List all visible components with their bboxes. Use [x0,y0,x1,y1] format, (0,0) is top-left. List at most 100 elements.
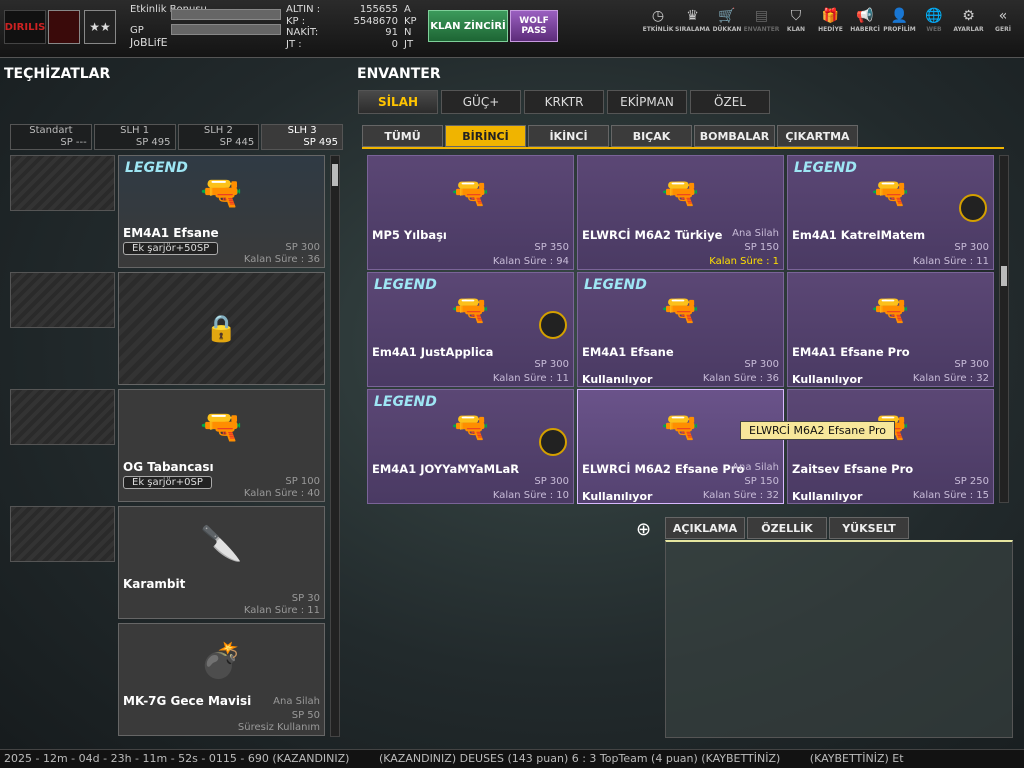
subtab-birinci[interactable]: BİRİNCİ [445,125,526,147]
tab-guc[interactable]: GÜÇ+ [441,90,521,114]
tab-slh1[interactable]: SLH 1 SP 495 [93,124,176,150]
equipped-knife-card[interactable]: 🔪 Karambit SP 30 Kalan Süre : 11 [118,506,325,619]
nav-haberci̇-button[interactable]: 📢 HABERCİ [847,8,883,33]
nav-label: ENVANTER [743,26,780,33]
item-name: MP5 Yılbaşı [372,228,447,242]
description-panel [665,540,1013,738]
zoom-icon[interactable]: ⊕ [636,519,651,540]
tab-krktr[interactable]: KRKTR [524,90,604,114]
detail-tabs: AÇIKLAMA ÖZELLİK YÜKSELT [665,517,909,539]
equipped-primary-card[interactable]: LEGEND 🔫 EM4A1 Efsane Ek şarjör+50SP SP … [118,155,325,268]
tab-aciklama[interactable]: AÇIKLAMA [665,517,745,539]
tab-ozellik[interactable]: ÖZELLİK [747,517,827,539]
weapon-icon: 🔫 [661,292,700,328]
ticker-item: 2025 - 12m - 04d - 23h - 11m - 52s - 011… [4,752,350,765]
inventory-item-card[interactable]: 🔫 ELWRCİ M6A2 Efsane Pro Ana Silah SP 150 Ka… [577,389,784,504]
currency-row-gold: ALTIN :155655 A [286,4,411,15]
nav-etki̇nli̇k-button[interactable]: ◷ ETKİNLİK [640,8,676,33]
inventory-item-card[interactable]: 🔫 MP5 Yılbaşı SP 350 Kalan Süre : 94 [367,155,574,270]
subtab-ikinci[interactable]: İKİNCİ [528,125,609,147]
item-sp: SP 100 [285,476,320,487]
item-name: EM4A1 JOYYaMYaMLaR [372,462,520,476]
nav-web-button[interactable]: 🌐 WEB [916,8,952,33]
clan-emblem-icon [959,194,987,222]
nav-envanter-button[interactable]: ▤ ENVANTER [744,8,780,33]
tab-slh2[interactable]: SLH 2 SP 445 [177,124,260,150]
inventory-item-card[interactable]: LEGEND 🔫 EM4A1 JOYYaMYaMLaR SP 300 Kalan Sür… [367,389,574,504]
item-name: Karambit [123,577,186,591]
equipment-scrollbar[interactable] [330,155,340,737]
inventory-item-card[interactable]: 🔫 ELWRCİ M6A2 Türkiye Ana Silah SP 150 Kalan… [577,155,784,270]
clan-logo: DIRILIS [4,10,46,44]
tab-silah[interactable]: SİLAH [358,90,438,114]
nav-label: KLAN [786,26,806,33]
klan-zinciri-button[interactable]: KLAN ZİNCİRİ [428,10,508,42]
item-name: ELWRCİ M6A2 Türkiye [582,228,723,242]
weapon-icon: 🔫 [871,175,910,211]
lock-icon: 🔒 [205,313,238,344]
item-category: Ana Silah [732,462,779,473]
nav-geri̇-button[interactable]: « GERİ [985,8,1021,33]
item-sp: SP 300 [954,359,989,370]
inventory-item-card[interactable]: 🔫Zaitsev Efsane ProSP 250Kalan Süre : 15… [787,389,994,504]
scroll-thumb[interactable] [1001,266,1007,286]
loadout-tabs: Standart SP --- SLH 1 SP 495 SLH 2 SP 445 S… [10,124,343,150]
subtab-cikartma[interactable]: ÇIKARTMA [777,125,858,147]
nav-klan-button[interactable]: ⛉ KLAN [778,8,814,33]
extra-mag-badge: Ek şarjör+50SP [123,242,219,255]
empty-slot[interactable] [10,389,115,445]
nav-label: HEDİYE [818,26,843,33]
top-bar: DIRILIS ★★ Etkinlik Bonusu GP JoBLifE AL… [0,0,1024,58]
scroll-thumb[interactable] [332,164,338,186]
bonus-bar [171,9,281,20]
subtab-bicak[interactable]: BIÇAK [611,125,692,147]
item-sp: SP 300 [744,359,779,370]
nav-label: SIRALAMA [675,26,710,33]
tab-ozel[interactable]: ÖZEL [690,90,770,114]
nav-label: ETKİNLİK [642,26,674,33]
tab-yukselt[interactable]: YÜKSELT [829,517,909,539]
nav-dükkan-button[interactable]: 🛒 DÜKKAN [709,8,745,33]
nav-ayarlar-button[interactable]: ⚙ AYARLAR [951,8,987,33]
inventory-title: ENVANTER [357,66,441,82]
inventory-item-card[interactable]: 🔫 EM4A1 Efsane Pro SP 300 Kalan Süre : 32 Ku… [787,272,994,387]
tab-slh3[interactable]: SLH 3 SP 495 [261,124,343,150]
item-remaining: Kalan Süre : 36 [243,254,320,265]
empty-slot[interactable] [10,506,115,562]
subtab-bombalar[interactable]: BOMBALAR [694,125,775,147]
grenade-icon: 💣 [200,641,243,681]
item-name: OG Tabancası [123,460,214,474]
equipped-secondary-card[interactable]: 🔫 OG Tabancası Ek şarjör+0SP SP 100 Kala… [118,389,325,502]
nav-label: PROFİLİM [883,26,916,33]
item-tooltip: ELWRCİ M6A2 Efsane Pro [740,421,895,440]
inventory-scrollbar[interactable] [999,155,1009,503]
item-name: EM4A1 Efsane Pro [792,345,910,359]
empty-slot[interactable] [10,272,115,328]
subtab-tumu[interactable]: TÜMÜ [362,125,443,147]
in-use-label: Kullanılıyor [582,373,653,386]
nav-hedi̇ye-button[interactable]: 🎁 HEDİYE [813,8,849,33]
item-sp: SP 300 [534,476,569,487]
rank-icon: ★★ [84,10,116,44]
item-remaining: Kalan Süre : 11 [243,605,320,616]
taser-icon: 🔫 [200,407,243,447]
item-category: Ana Silah [732,228,779,239]
inventory-item-card[interactable]: LEGEND 🔫 Em4A1 KatreIMatem SP 300 Kalan Süre… [787,155,994,270]
nav-label: HABERCİ [850,26,880,33]
item-remaining: Kalan Süre : 40 [243,488,320,499]
nav-siralama-button[interactable]: ♛ SIRALAMA [675,8,711,33]
extra-mag-badge: Ek şarjör+0SP [123,476,212,489]
equipped-grenade-card[interactable]: 💣 MK-7G Gece Mavisi Ana Silah SP 50 Süre… [118,623,325,736]
wolf-pass-button[interactable]: WOLF PASS [510,10,558,42]
item-name: MK-7G Gece Mavisi [123,694,252,708]
tab-standart[interactable]: Standart SP --- [10,124,92,150]
item-sp: SP 250 [954,476,989,487]
empty-slot[interactable] [10,155,115,211]
nav-icon: 🛒 [718,8,736,24]
inventory-item-card[interactable]: LEGEND 🔫 EM4A1 Efsane SP 300 Kalan Süre : 36… [577,272,784,387]
tab-ekipman[interactable]: EKİPMAN [607,90,687,114]
currency-row-kp: KP :5548670 KP [286,15,417,27]
inventory-item-card[interactable]: LEGEND 🔫 Em4A1 JustApplica SP 300 Kalan Süre… [367,272,574,387]
item-sp: SP 150 [744,476,779,487]
nav-profi̇li̇m-button[interactable]: 👤 PROFİLİM [882,8,918,33]
